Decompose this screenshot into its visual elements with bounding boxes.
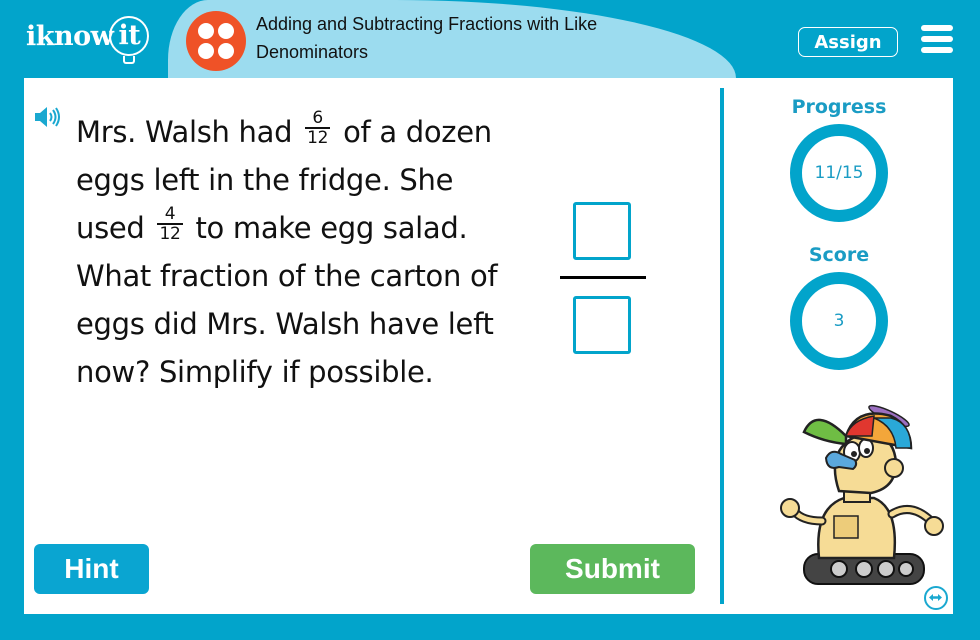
question-panel: Mrs. Walsh had 6 12 of a dozen eggs left … (24, 78, 953, 614)
iknowit-logo[interactable]: iknow it (26, 14, 150, 64)
fraction-four-twelfths: 4 12 (157, 205, 183, 244)
hamburger-menu-icon[interactable] (921, 25, 953, 53)
speaker-icon[interactable] (33, 106, 61, 128)
robot-mascot-image (780, 404, 944, 585)
question-text: Mrs. Walsh had 6 12 of a dozen eggs left … (76, 108, 526, 396)
progress-ring: 11/15 (790, 124, 888, 222)
lesson-title: Adding and Subtracting Fractions with Li… (256, 14, 598, 62)
progress-label: Progress (791, 96, 887, 118)
panel-divider (720, 88, 724, 604)
denominator-input[interactable] (573, 296, 631, 354)
fraction-numerator: 6 (305, 109, 331, 129)
assign-button[interactable]: Assign (798, 27, 898, 57)
submit-button[interactable]: Submit (530, 544, 695, 594)
logo-text: iknow (26, 20, 114, 52)
score-label: Score (808, 244, 870, 266)
score-ring: 3 (790, 272, 888, 370)
lightbulb-icon: it (109, 16, 150, 64)
progress-value: 11/15 (814, 163, 864, 183)
header-bar: iknow it Adding and Subtracting Fraction… (0, 0, 980, 78)
fraction-denominator: 12 (307, 128, 329, 148)
fraction-bar (560, 276, 646, 279)
score-value: 3 (833, 311, 845, 331)
question-part1: Mrs. Walsh had (76, 115, 293, 149)
numerator-input[interactable] (573, 202, 631, 260)
fraction-denominator: 12 (159, 224, 181, 244)
four-dots-icon (186, 11, 246, 71)
logo-bulb-text: it (118, 20, 141, 51)
fraction-numerator: 4 (157, 205, 183, 225)
swap-arrows-icon[interactable] (924, 586, 948, 610)
fraction-six-twelfths: 6 12 (305, 109, 331, 148)
hint-button[interactable]: Hint (34, 544, 149, 594)
